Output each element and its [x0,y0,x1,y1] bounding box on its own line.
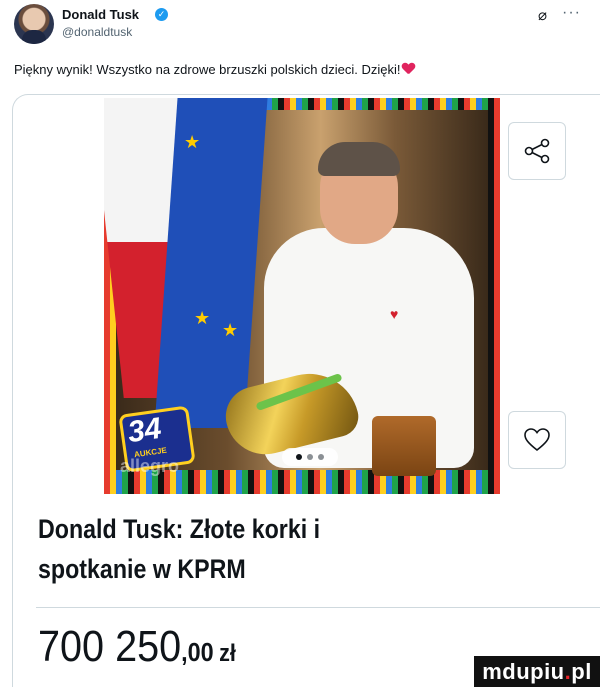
watermark: mdupiu.pl [474,656,600,687]
eu-star-icon: ★ [184,132,201,152]
heart-emoji-icon [402,63,415,75]
watermark-suffix: pl [571,659,592,684]
divider [36,607,600,608]
person-hair [318,142,400,176]
share-icon [524,138,550,164]
watermark-text: mdupiu [482,659,565,684]
eu-star-icon: ★ [194,308,211,328]
share-button[interactable] [508,122,566,180]
grok-icon[interactable]: ⌀ [538,6,547,24]
product-title[interactable]: Donald Tusk: Złote korki i spotkanie w K… [38,509,434,589]
heart-outline-icon [524,428,550,452]
product-image[interactable]: ★ ★ ★ ♥ 34 AUKCJE allegro [104,98,500,494]
like-button[interactable] [508,411,566,469]
carousel-dots[interactable] [282,448,338,466]
tweet-body: Piękny wynik! Wszystko na zdrowe brzuszk… [14,62,401,77]
price-integer: 700 250 [38,622,182,671]
carousel-dot[interactable] [307,454,313,460]
author-name[interactable]: Donald Tusk [62,7,139,22]
price: 700 250,00 zł [38,622,236,672]
chair [372,416,436,476]
more-icon[interactable]: ··· [562,4,581,22]
author-handle[interactable]: @donaldtusk [62,25,132,39]
badge-number: 34 [125,411,164,450]
avatar[interactable] [14,4,54,44]
price-decimal: ,00 [181,637,214,667]
carousel-dot[interactable] [318,454,324,460]
tweet-header: Donald Tusk ✓ @donaldtusk ⌀ ··· [14,4,586,48]
shirt-heart-icon: ♥ [390,306,399,322]
price-currency: zł [219,640,236,667]
carousel-dot[interactable] [296,454,302,460]
eu-star-icon: ★ [222,320,239,340]
badge-brand: allegro [120,456,180,476]
verified-icon: ✓ [155,8,168,21]
tweet-text: Piękny wynik! Wszystko na zdrowe brzuszk… [14,62,586,77]
